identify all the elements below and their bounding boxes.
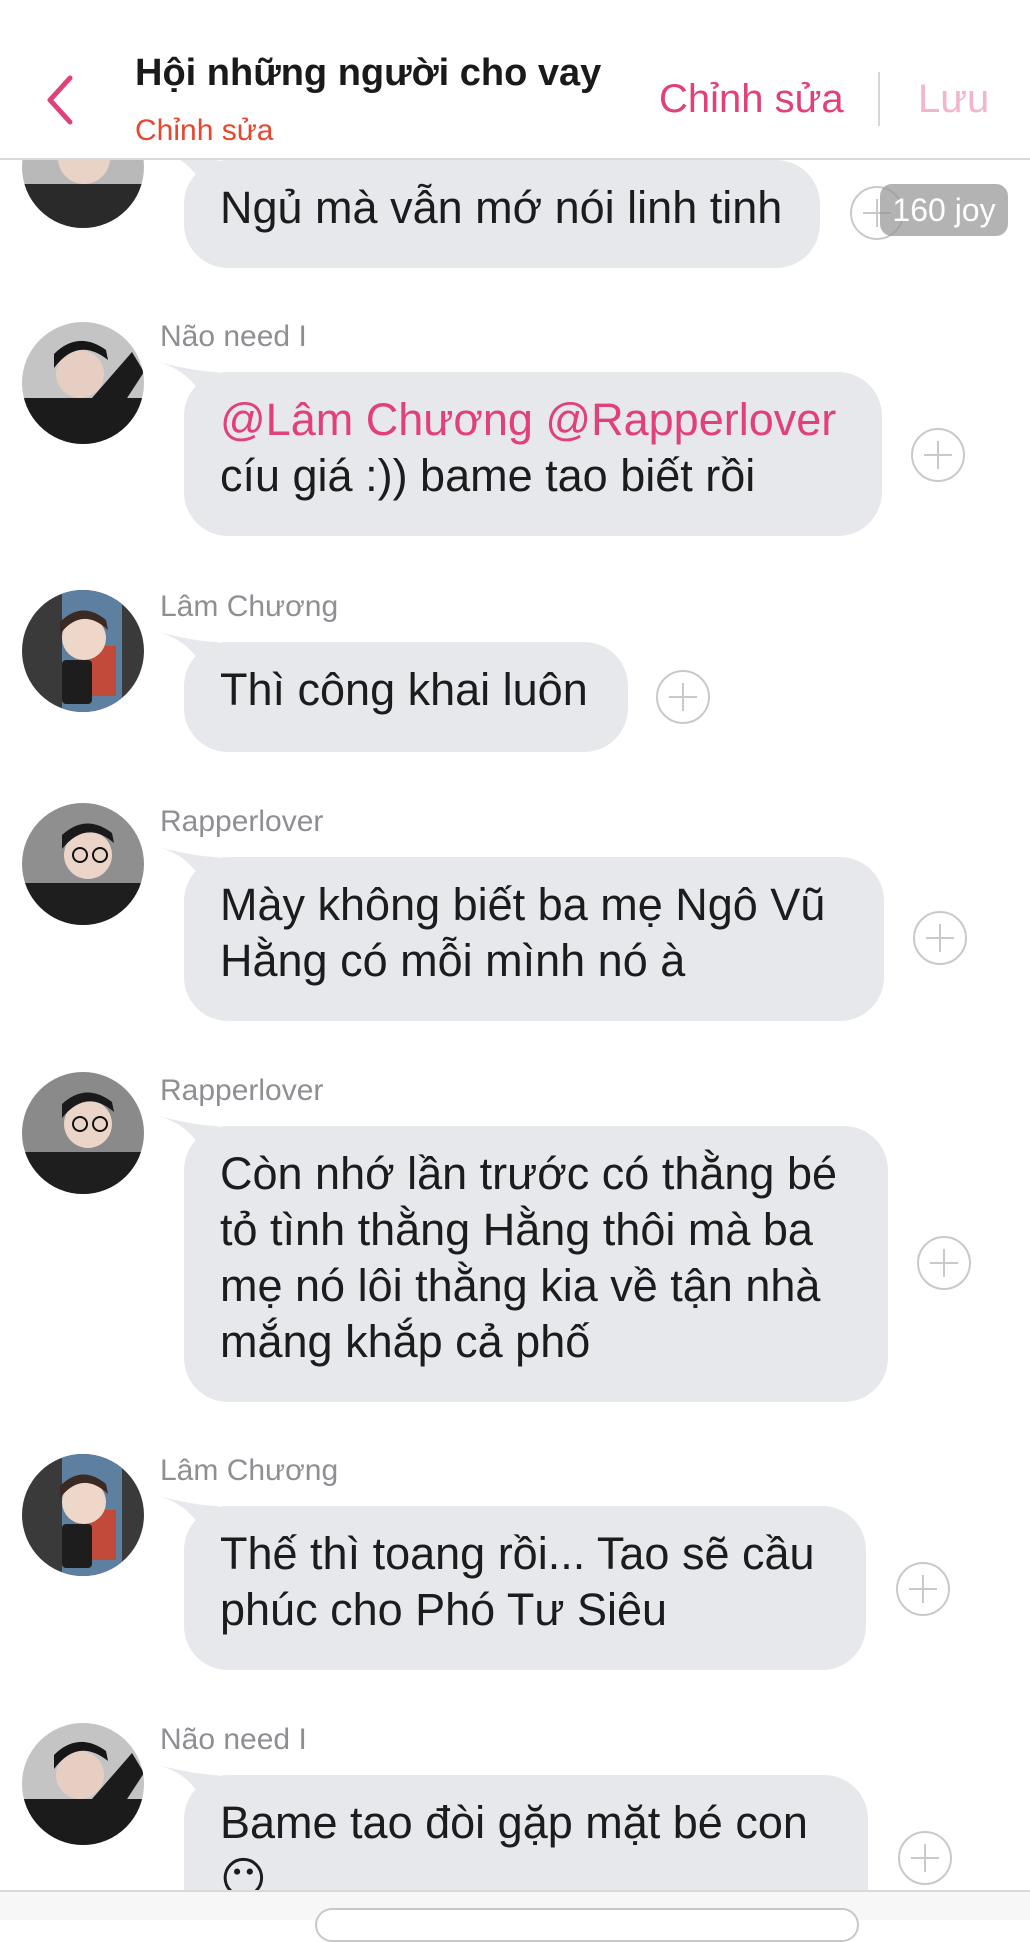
message-bubble[interactable]: Bame tao đòi gặp mặt bé con 😶	[158, 1765, 868, 1892]
message-bubble[interactable]: @Lâm Chương @Rapperlover cíu giá :)) bam…	[158, 362, 882, 536]
message-text: Còn nhớ lần trước có thằng bé	[220, 1148, 837, 1199]
save-button[interactable]: Lưu	[918, 77, 989, 122]
sender-name: Não need I	[160, 1723, 307, 1756]
avatar[interactable]	[22, 1454, 144, 1576]
avatar[interactable]	[22, 803, 144, 925]
add-reaction-button[interactable]	[898, 1831, 952, 1885]
message-bubble[interactable]: Còn nhớ lần trước có thằng bé tỏ tình th…	[158, 1116, 888, 1402]
avatar[interactable]	[22, 1723, 144, 1845]
message-text: tỏ tình thằng Hằng thôi mà ba	[220, 1204, 813, 1255]
add-reaction-button[interactable]	[911, 428, 965, 482]
add-reaction-button[interactable]	[917, 1236, 971, 1290]
message-text: Thì công khai luôn	[220, 664, 588, 715]
mention-text[interactable]: @Lâm Chương @Rapperlover	[220, 392, 846, 448]
message-input[interactable]	[315, 1908, 859, 1942]
message-text: mắng khắp cả phố	[220, 1316, 591, 1367]
message-text: Ngủ mà vẫn mớ nói linh tinh	[220, 182, 783, 233]
emoji: 😶	[220, 1853, 267, 1892]
sender-name: Lâm Chương	[160, 1454, 339, 1487]
message-text: Mày không biết ba mẹ Ngô Vũ	[220, 879, 826, 930]
message-bubble[interactable]: Thì công khai luôn	[158, 632, 628, 752]
avatar[interactable]	[22, 1072, 144, 1194]
edit-button[interactable]: Chỉnh sửa	[659, 77, 844, 122]
message-text: Hằng có mỗi mình nó à	[220, 935, 686, 986]
sender-name: Rapperlover	[160, 805, 324, 838]
add-reaction-button[interactable]	[896, 1562, 950, 1616]
chat-subtitle[interactable]: Chỉnh sửa	[135, 114, 274, 148]
sender-name: Não need I	[160, 320, 307, 353]
sender-name: Rapperlover	[160, 1074, 324, 1107]
message-bubble[interactable]: Mày không biết ba mẹ Ngô Vũ Hằng có mỗi …	[158, 847, 884, 1021]
message-list[interactable]: Ngủ mà vẫn mớ nói linh tinh 160 joy Não …	[0, 0, 1030, 1892]
back-chevron-icon[interactable]	[40, 72, 80, 128]
avatar[interactable]	[22, 322, 144, 444]
chat-title: Hội những người cho vay	[135, 52, 602, 94]
add-reaction-button[interactable]	[656, 670, 710, 724]
add-reaction-button[interactable]	[913, 911, 967, 965]
message-text: cíu giá :)) bame tao biết rồi	[220, 450, 756, 501]
message-text: mẹ nó lôi thằng kia về tận nhà	[220, 1260, 821, 1311]
chat-header: Hội những người cho vay Chỉnh sửa Chỉnh …	[0, 0, 1030, 160]
joy-badge: 160 joy	[880, 184, 1008, 236]
message-text: Thế thì toang rồi... Tao sẽ cầu	[220, 1528, 815, 1579]
header-divider	[878, 72, 880, 126]
avatar[interactable]	[22, 590, 144, 712]
message-text: phúc cho Phó Tư Siêu	[220, 1584, 668, 1635]
message-bubble[interactable]: Ngủ mà vẫn mớ nói linh tinh	[158, 150, 820, 268]
message-bubble[interactable]: Thế thì toang rồi... Tao sẽ cầu phúc cho…	[158, 1496, 866, 1670]
sender-name: Lâm Chương	[160, 590, 339, 623]
message-text: Bame tao đòi gặp mặt bé con	[220, 1797, 808, 1848]
